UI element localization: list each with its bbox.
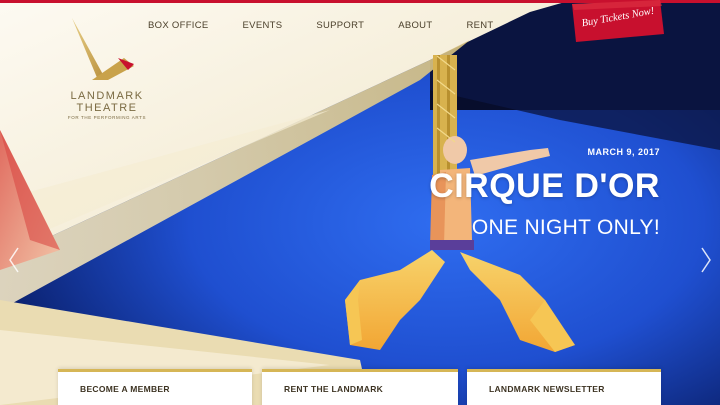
carousel-prev-button[interactable] xyxy=(6,244,22,276)
hero-date: MARCH 9, 2017 xyxy=(587,147,660,157)
landing-page: LANDMARK THEATRE FOR THE PERFORMING ARTS… xyxy=(0,0,720,405)
chevron-left-icon xyxy=(9,247,19,273)
card-accent-bar xyxy=(467,369,661,372)
logo-text-landmark: LANDMARK xyxy=(70,90,144,102)
card-label: LANDMARK NEWSLETTER xyxy=(489,384,605,394)
landmark-logo[interactable]: LANDMARK THEATRE FOR THE PERFORMING ARTS xyxy=(62,18,152,128)
card-newsletter[interactable]: LANDMARK NEWSLETTER xyxy=(467,369,661,405)
card-accent-bar xyxy=(262,369,458,372)
nav-events[interactable]: EVENTS xyxy=(243,18,283,34)
buy-tickets-button[interactable]: Buy Tickets Now! xyxy=(572,0,664,42)
card-accent-bar xyxy=(58,369,252,372)
card-rent-landmark[interactable]: RENT THE LANDMARK xyxy=(262,369,458,405)
main-nav: BOX OFFICE EVENTS SUPPORT ABOUT RENT xyxy=(130,18,528,34)
card-label: RENT THE LANDMARK xyxy=(284,384,384,394)
nav-box-office[interactable]: BOX OFFICE xyxy=(148,18,209,34)
carousel-next-button[interactable] xyxy=(698,244,714,276)
card-label: BECOME A MEMBER xyxy=(80,384,170,394)
logo-tagline: FOR THE PERFORMING ARTS xyxy=(67,115,147,120)
hero-title: CIRQUE D'OR xyxy=(429,167,660,205)
nav-about[interactable]: ABOUT xyxy=(398,18,432,34)
card-become-member[interactable]: BECOME A MEMBER xyxy=(58,369,252,405)
hero-subtitle: ONE NIGHT ONLY! xyxy=(471,216,660,239)
logo-text-theatre: THEATRE xyxy=(76,102,138,114)
nav-support[interactable]: SUPPORT xyxy=(316,18,364,34)
nav-rent[interactable]: RENT xyxy=(466,18,493,34)
chevron-right-icon xyxy=(701,247,711,273)
